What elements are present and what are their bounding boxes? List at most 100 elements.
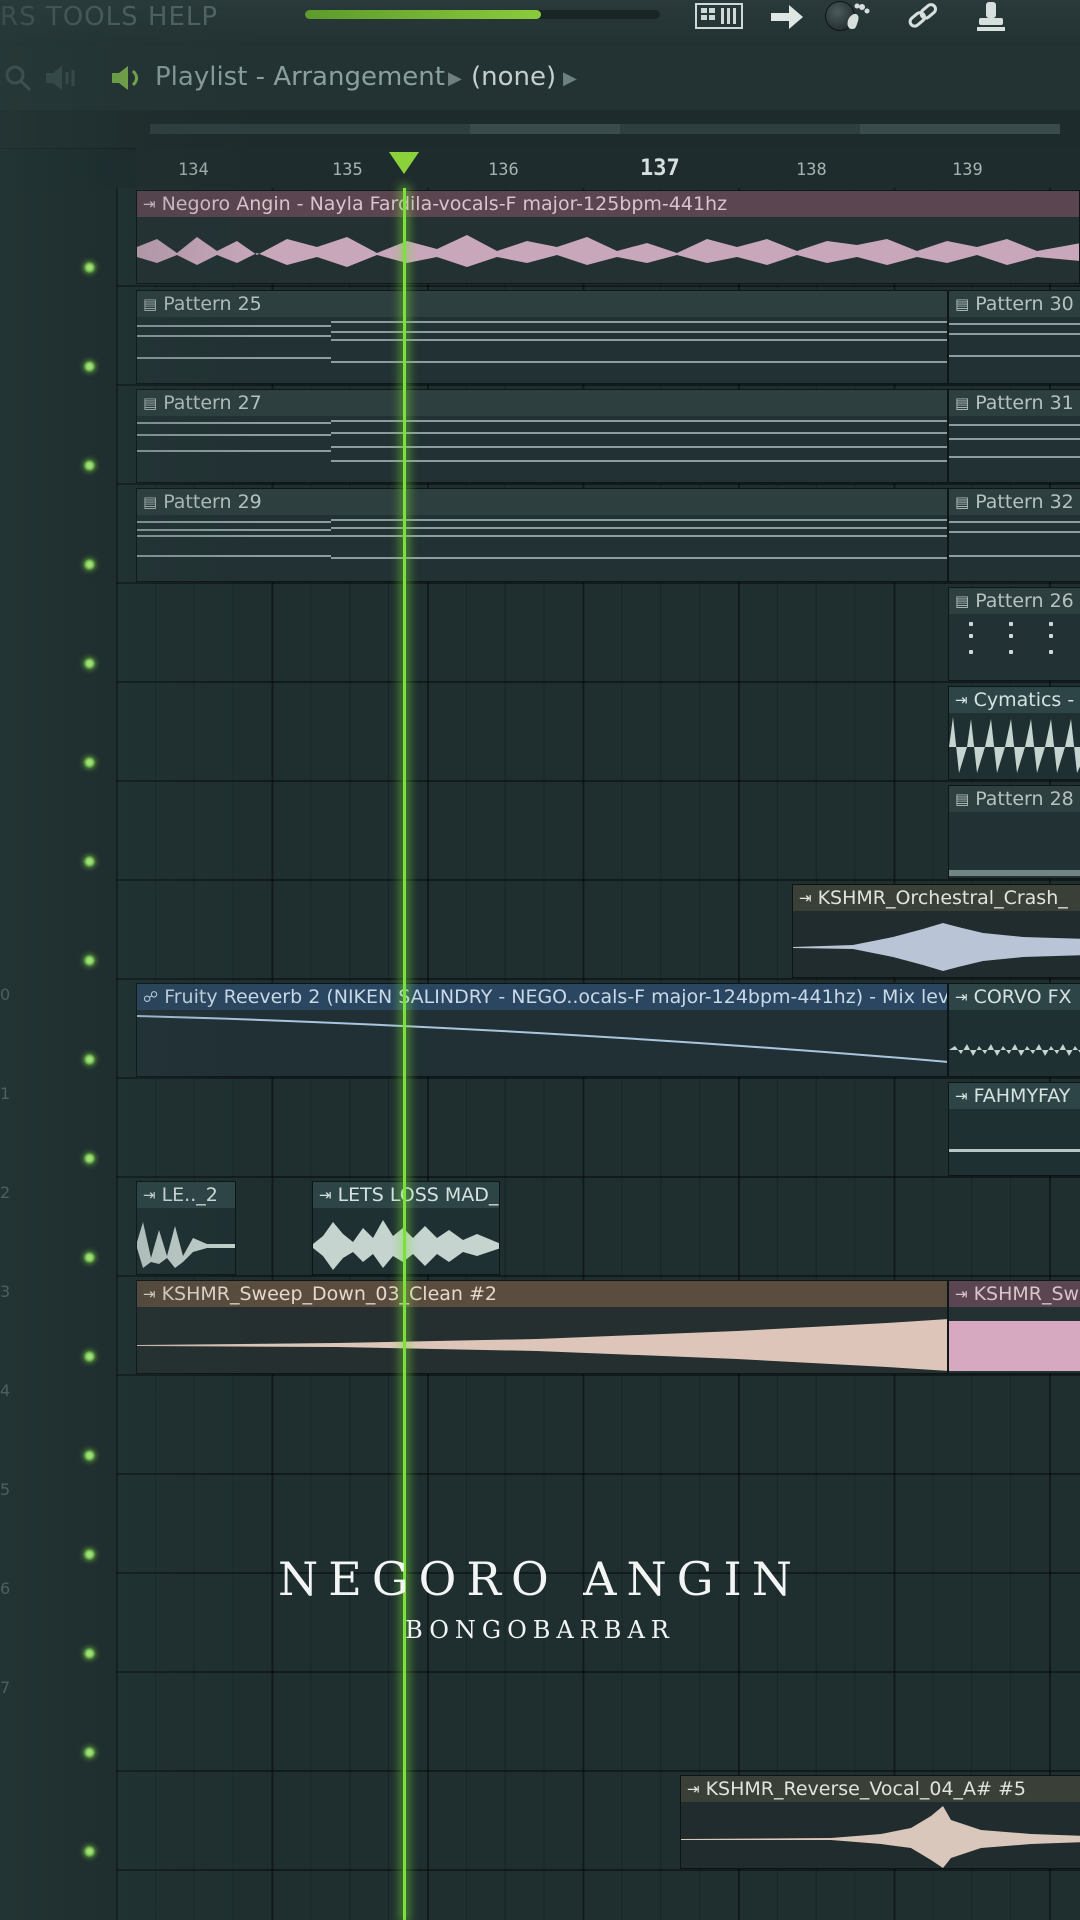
- audio-clip-reverse-vocal[interactable]: ⇥ KSHMR_Reverse_Vocal_04_A# #5: [680, 1775, 1080, 1869]
- clip-label: KSHMR_Orchestral_Crash_: [817, 887, 1068, 909]
- note: [137, 521, 331, 523]
- note: [949, 870, 1080, 876]
- clip-header: ▤ Pattern 31: [949, 390, 1080, 416]
- pattern-icon: ▤: [143, 295, 158, 313]
- clip-header: ⇥ KSHMR_Sw: [949, 1281, 1080, 1307]
- pattern-clip-28[interactable]: ▤ Pattern 28: [948, 785, 1080, 879]
- magnifier-icon[interactable]: [4, 64, 32, 96]
- track-mute-led[interactable]: [84, 757, 95, 768]
- pattern-selector[interactable]: (none): [471, 62, 556, 92]
- clip-header: ▤ Pattern 26: [949, 588, 1080, 614]
- track-mute-led[interactable]: [84, 856, 95, 867]
- track-mute-led[interactable]: [84, 262, 95, 273]
- track-mute-led[interactable]: [84, 1450, 95, 1461]
- piano-roll-icon[interactable]: [694, 0, 744, 34]
- track-mute-led[interactable]: [84, 559, 95, 570]
- pattern-clip-29[interactable]: ▤ Pattern 29: [136, 488, 948, 582]
- note: [137, 535, 331, 537]
- audio-clip-icon: ⇥: [955, 988, 968, 1006]
- note: [331, 321, 947, 323]
- audio-clip-fahmyfay[interactable]: ⇥ FAHMYFAY: [948, 1082, 1080, 1176]
- pattern-notes: [949, 614, 1080, 680]
- clip-header: ☍ Fruity Reeverb 2 (NIKEN SALINDRY - NEGO…: [137, 984, 947, 1010]
- clip-header: ▤ Pattern 27: [137, 390, 947, 416]
- foot-icon[interactable]: [832, 0, 882, 34]
- audio-clip-vocals[interactable]: ⇥ Negoro Angin - Nayla Fardila-vocals-F m…: [136, 190, 1080, 284]
- clip-label: Pattern 28: [975, 788, 1074, 810]
- playhead-marker[interactable]: [389, 152, 419, 174]
- track-mute-led[interactable]: [84, 1846, 95, 1857]
- track-number: 2: [0, 1183, 11, 1202]
- playlist-header: Playlist - Arrangement ▶ (none) ▶: [0, 46, 1080, 111]
- breadcrumb-arrow-icon: ▶: [448, 68, 462, 89]
- track-mute-led[interactable]: [84, 460, 95, 471]
- stamp-icon[interactable]: [966, 0, 1016, 34]
- note: [331, 432, 947, 434]
- pattern-clip-26[interactable]: ▤ Pattern 26: [948, 587, 1080, 681]
- clip-header: ⇥ KSHMR_Sweep_Down_03_Clean #2: [137, 1281, 947, 1307]
- track-mute-led[interactable]: [84, 1747, 95, 1758]
- automation-curve: [137, 1010, 947, 1076]
- clip-header: ▤ Pattern 32: [949, 489, 1080, 515]
- clip-header: ⇥ CORVO FX: [949, 984, 1080, 1010]
- playhead[interactable]: [403, 188, 406, 1920]
- menu-text[interactable]: RS TOOLS HELP: [0, 2, 218, 32]
- waveform: [949, 713, 1080, 779]
- note: [331, 557, 947, 559]
- clip-header: ▤ Pattern 29: [137, 489, 947, 515]
- note: [331, 339, 947, 341]
- audio-clip-corvo-fx[interactable]: ⇥ CORVO FX: [948, 983, 1080, 1077]
- timeline-ruler[interactable]: 134 135 136 137 138 139: [136, 148, 1080, 189]
- clip-header: ⇥ LE.._2: [137, 1182, 235, 1208]
- pattern-clip-30[interactable]: ▤ Pattern 30: [948, 290, 1080, 384]
- track-mute-led[interactable]: [84, 658, 95, 669]
- track-number: 0: [0, 985, 11, 1004]
- pattern-notes: [949, 317, 1080, 383]
- audio-clip-orchestral-crash[interactable]: ⇥ KSHMR_Orchestral_Crash_: [792, 884, 1080, 978]
- audio-clip-icon: ⇥: [319, 1186, 332, 1204]
- note: [949, 438, 1080, 440]
- clip-header: ⇥ LETS LOSS MAD_2: [313, 1182, 499, 1208]
- note: [1009, 622, 1013, 626]
- link-icon[interactable]: [898, 0, 948, 34]
- audio-clip-sweep-2[interactable]: ⇥ KSHMR_Sw: [948, 1280, 1080, 1374]
- note: [1049, 634, 1053, 638]
- clip-header: ▤ Pattern 30: [949, 291, 1080, 317]
- clip-label: Cymatics -: [973, 689, 1075, 711]
- pattern-notes: [137, 317, 947, 383]
- pattern-clip-25[interactable]: ▤ Pattern 25: [136, 290, 948, 384]
- track-mute-led[interactable]: [84, 361, 95, 372]
- track-number: 5: [0, 1480, 11, 1499]
- audio-clip-cymatics[interactable]: ⇥ Cymatics -: [948, 686, 1080, 780]
- clip-label: Pattern 27: [163, 392, 262, 414]
- speaker-icon[interactable]: [110, 64, 144, 96]
- track-mute-led[interactable]: [84, 1549, 95, 1560]
- audio-clip-icon: ⇥: [955, 1087, 968, 1105]
- waveform: [313, 1208, 499, 1274]
- track-mute-led[interactable]: [84, 1054, 95, 1065]
- track-mute-led[interactable]: [84, 1648, 95, 1659]
- automation-clip-reeverb[interactable]: ☍ Fruity Reeverb 2 (NIKEN SALINDRY - NEGO…: [136, 983, 948, 1077]
- arrangement-overview[interactable]: [0, 110, 1080, 149]
- waveform: [137, 1208, 235, 1274]
- pattern-clip-31[interactable]: ▤ Pattern 31: [948, 389, 1080, 483]
- track-mute-led[interactable]: [84, 1252, 95, 1263]
- audio-clip-sweep-down[interactable]: ⇥ KSHMR_Sweep_Down_03_Clean #2: [136, 1280, 948, 1374]
- track-mute-led[interactable]: [84, 1153, 95, 1164]
- pattern-clip-32[interactable]: ▤ Pattern 32: [948, 488, 1080, 582]
- note: [1009, 634, 1013, 638]
- bar-number: 135: [332, 160, 363, 180]
- note: [137, 325, 331, 327]
- waveform: [137, 1307, 947, 1373]
- note: [137, 434, 331, 436]
- audio-clip-le-2[interactable]: ⇥ LE.._2: [136, 1181, 236, 1275]
- track-mute-led[interactable]: [84, 1351, 95, 1362]
- pattern-clip-27[interactable]: ▤ Pattern 27: [136, 389, 948, 483]
- master-volume-slider[interactable]: [305, 1, 855, 31]
- note: [969, 622, 973, 626]
- audio-clip-lets-loss-mad[interactable]: ⇥ LETS LOSS MAD_2: [312, 1181, 500, 1275]
- track-mute-led[interactable]: [84, 955, 95, 966]
- mute-speaker-icon[interactable]: [44, 64, 78, 96]
- arrow-right-icon[interactable]: [762, 0, 812, 34]
- pattern-notes: [137, 416, 947, 482]
